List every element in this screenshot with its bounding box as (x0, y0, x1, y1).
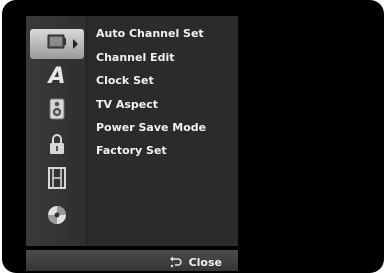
menu-item-power-save-mode[interactable]: Power Save Mode (96, 121, 206, 134)
close-button[interactable]: Close (169, 253, 222, 272)
menu-item-clock-set[interactable]: Clock Set (96, 74, 154, 87)
selected-arrow-icon (73, 39, 78, 49)
menu-item-channel-edit[interactable]: Channel Edit (96, 51, 174, 64)
category-disc[interactable] (30, 202, 84, 232)
setup-menu-panel: A Auto Channel Set Channel Edit Clock Se… (26, 16, 238, 246)
menu-item-tv-aspect[interactable]: TV Aspect (96, 98, 158, 111)
category-icon-column: A (26, 16, 87, 246)
disc-icon (47, 205, 67, 229)
return-icon (169, 253, 183, 272)
general-settings-icon (47, 33, 67, 55)
close-label: Close (188, 256, 222, 269)
language-icon: A (48, 64, 66, 89)
menu-item-auto-channel-set[interactable]: Auto Channel Set (96, 27, 204, 40)
menu-item-factory-set[interactable]: Factory Set (96, 144, 167, 157)
menu-footer: Close (26, 250, 238, 271)
category-recording[interactable] (30, 165, 84, 195)
category-lock[interactable] (30, 131, 84, 161)
audio-speaker-icon (49, 98, 65, 124)
film-recording-icon (48, 167, 66, 193)
tv-screen: A Auto Channel Set Channel Edit Clock Se… (2, 0, 384, 273)
category-language[interactable]: A (30, 62, 84, 92)
lock-icon (49, 133, 65, 159)
category-general[interactable] (30, 29, 84, 59)
category-audio[interactable] (30, 96, 84, 126)
